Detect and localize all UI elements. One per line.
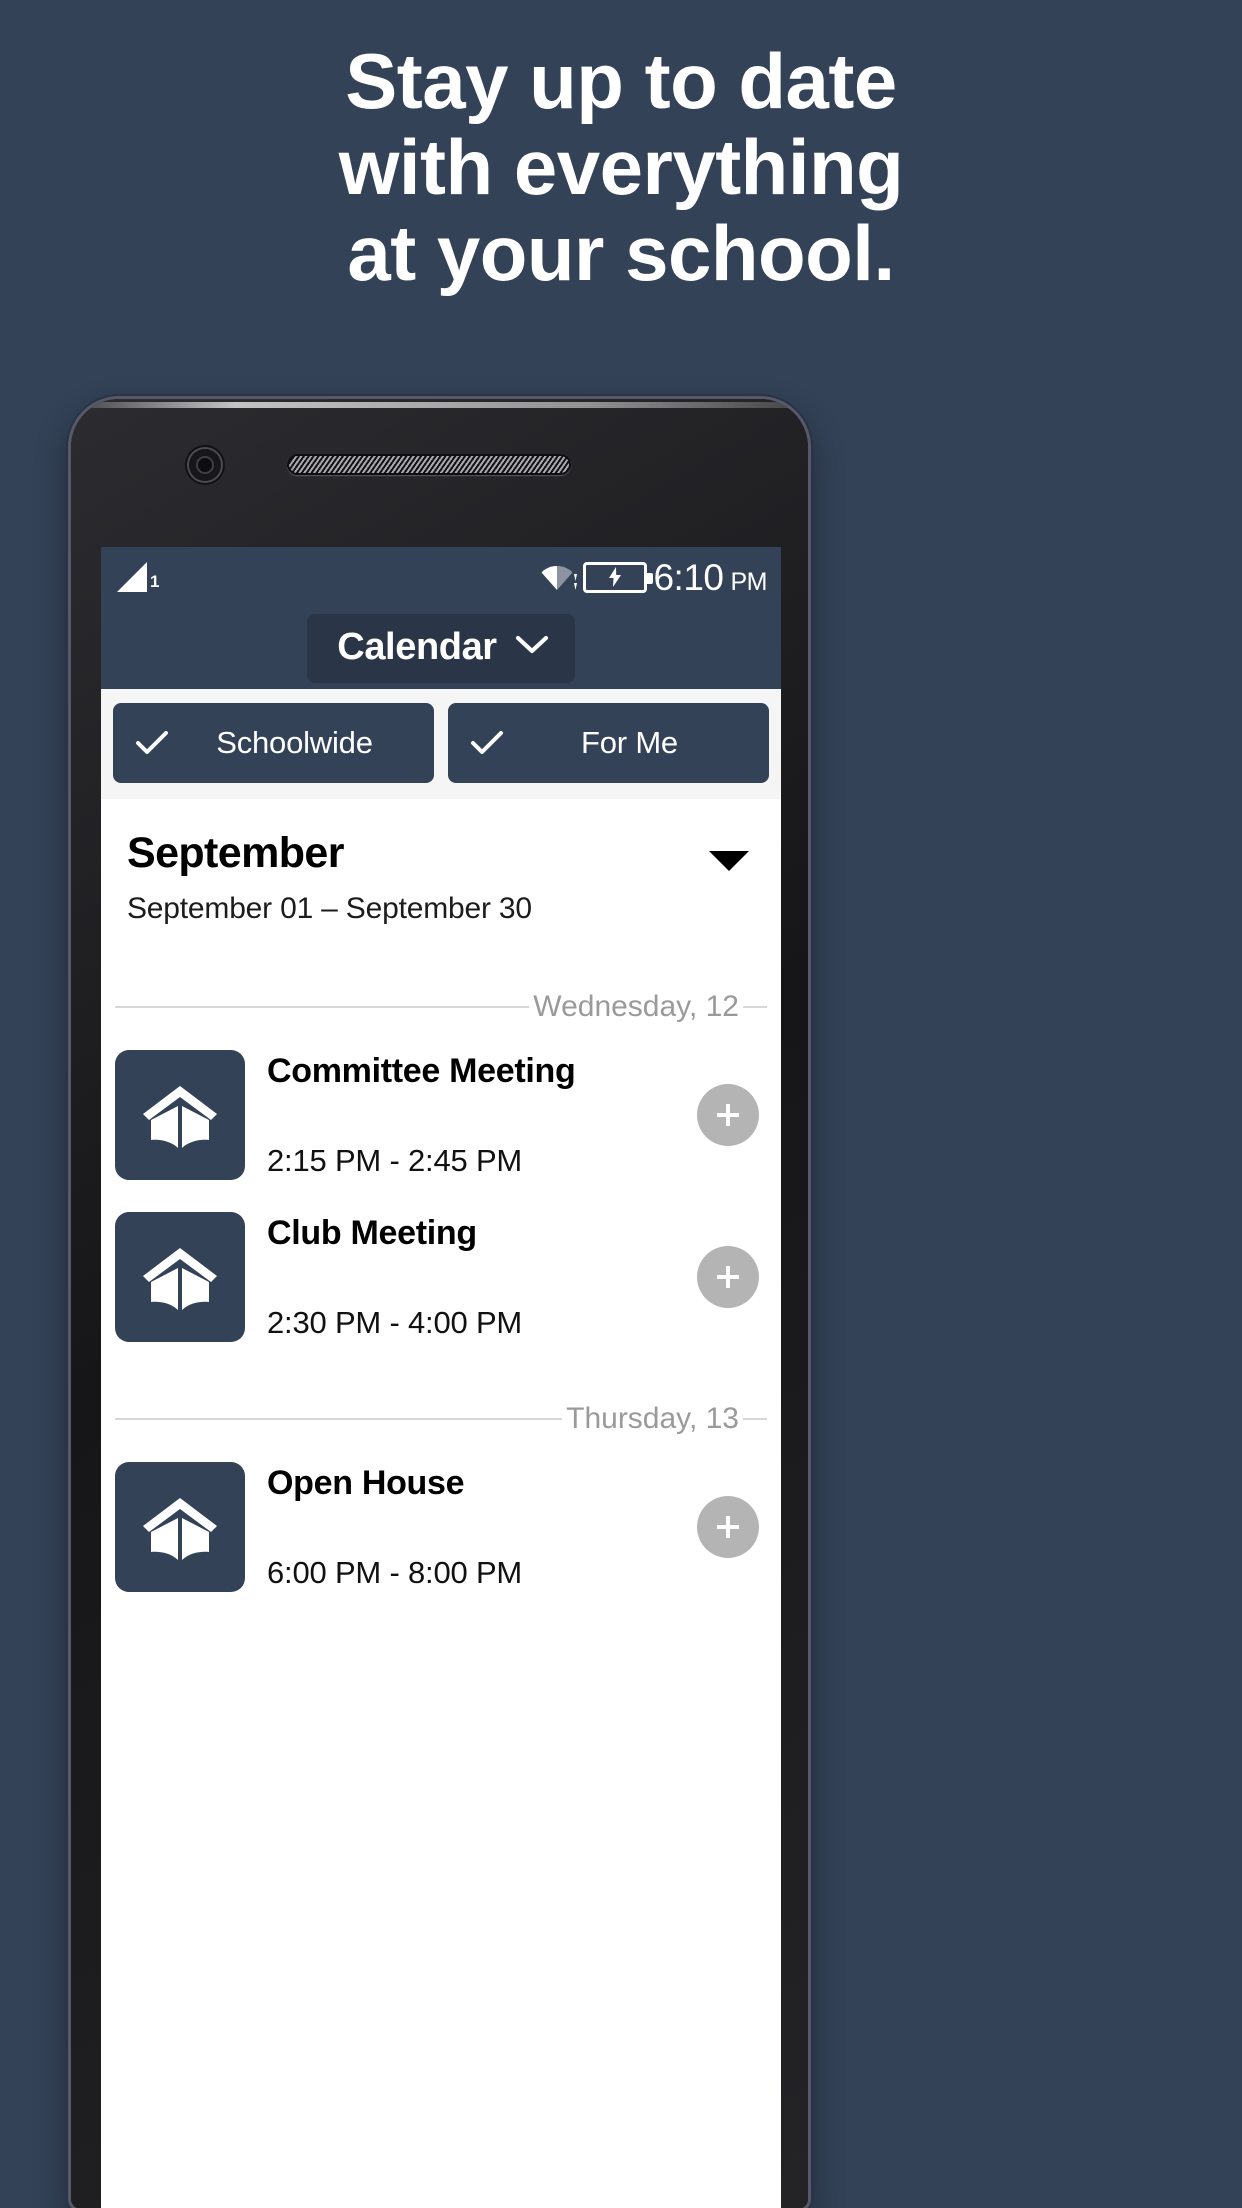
add-event-button[interactable] — [697, 1496, 759, 1558]
plus-icon — [717, 1266, 739, 1288]
phone-screen: 1 6:10 PM Calendar Schoolwide For Me Sep… — [101, 547, 781, 2208]
promo-headline: Stay up to date with everything at your … — [0, 0, 1242, 296]
filter-chip-for-me[interactable]: For Me — [448, 703, 769, 783]
event-title: Committee Meeting — [267, 1051, 576, 1090]
event-title: Open House — [267, 1463, 465, 1502]
caret-down-icon[interactable] — [709, 851, 749, 871]
day-divider-label: Wednesday, 12 — [533, 990, 739, 1023]
event-details: Open House 6:00 PM - 8:00 PM — [245, 1464, 697, 1591]
divider-line — [115, 1006, 530, 1008]
check-icon — [135, 730, 169, 756]
status-bar: 1 6:10 PM — [101, 547, 781, 607]
plus-icon — [717, 1104, 739, 1126]
divider-line — [743, 1418, 767, 1420]
filter-chip-row: Schoolwide For Me — [101, 689, 781, 799]
wifi-icon — [541, 562, 579, 592]
battery-charging-icon — [583, 561, 654, 593]
event-row[interactable]: Club Meeting 2:30 PM - 4:00 PM — [101, 1196, 781, 1358]
chevron-down-icon — [515, 634, 549, 661]
event-row[interactable]: Open House 6:00 PM - 8:00 PM — [101, 1446, 781, 1608]
month-title: September — [127, 829, 344, 877]
app-bar-title: Calendar — [337, 625, 497, 668]
clock-meridiem: PM — [730, 567, 768, 596]
earpiece-speaker-icon — [287, 454, 571, 475]
clock-time: 6:10 — [653, 556, 724, 598]
phone-mockup: 1 6:10 PM Calendar Schoolwide For Me Sep… — [71, 399, 808, 2208]
school-book-icon — [115, 1462, 245, 1592]
filter-chip-schoolwide[interactable]: Schoolwide — [113, 703, 434, 783]
divider-line — [115, 1418, 563, 1420]
day-divider: Wednesday, 12 — [101, 990, 781, 1024]
event-time: 2:15 PM - 2:45 PM — [267, 1142, 523, 1178]
school-book-icon — [115, 1050, 245, 1180]
headline-line-3: at your school. — [347, 209, 895, 297]
front-camera-icon — [189, 449, 221, 481]
divider-line — [743, 1006, 767, 1008]
signal-strength-indicator: 1 — [117, 562, 159, 592]
app-bar: Calendar — [101, 607, 781, 689]
school-book-icon — [115, 1212, 245, 1342]
filter-chip-label: Schoolwide — [216, 725, 373, 760]
headline-line-1: Stay up to date — [345, 37, 897, 125]
event-details: Club Meeting 2:30 PM - 4:00 PM — [245, 1214, 697, 1341]
event-details: Committee Meeting 2:15 PM - 2:45 PM — [245, 1052, 697, 1179]
phone-bezel-highlight — [75, 402, 804, 408]
headline-line-2: with everything — [338, 123, 904, 211]
signal-triangle-icon — [117, 562, 147, 592]
section-switcher-button[interactable]: Calendar — [307, 613, 575, 683]
event-row[interactable]: Committee Meeting 2:15 PM - 2:45 PM — [101, 1034, 781, 1196]
event-title: Club Meeting — [267, 1213, 477, 1252]
add-event-button[interactable] — [697, 1246, 759, 1308]
sim-number-label: 1 — [150, 572, 160, 591]
add-event-button[interactable] — [697, 1084, 759, 1146]
day-divider: Thursday, 13 — [101, 1402, 781, 1436]
status-bar-clock: 6:10 PM — [653, 559, 767, 596]
filter-chip-label: For Me — [581, 725, 678, 760]
event-time: 2:30 PM - 4:00 PM — [267, 1304, 523, 1340]
month-range: September 01 – September 30 — [127, 892, 532, 925]
check-icon — [470, 730, 504, 756]
plus-icon — [717, 1516, 739, 1538]
day-divider-label: Thursday, 13 — [566, 1402, 739, 1435]
event-time: 6:00 PM - 8:00 PM — [267, 1554, 523, 1590]
month-header[interactable]: September September 01 – September 30 — [101, 799, 781, 946]
